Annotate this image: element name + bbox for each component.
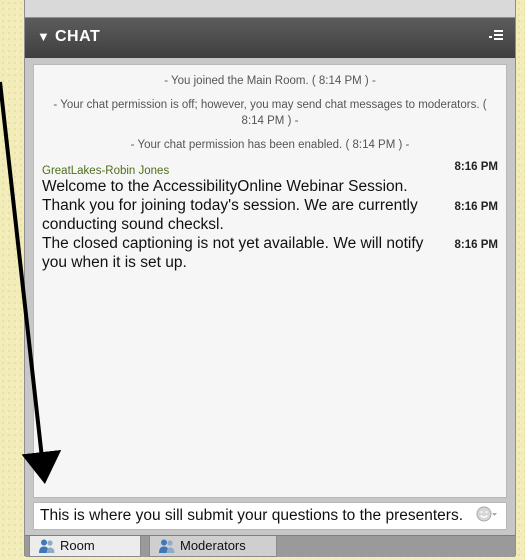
message-time: 8:16 PM [454, 161, 498, 173]
message-text: The closed captioning is not yet availab… [42, 235, 424, 271]
message-text: Thank you for joining today's session. W… [42, 197, 418, 233]
message-time: 8:16 PM [454, 239, 498, 251]
message-time: 8:16 PM [454, 201, 498, 213]
tab-label: Moderators [180, 538, 246, 553]
chat-tabs: Room Moderators [25, 535, 515, 557]
smiley-icon[interactable] [476, 506, 498, 527]
tab-label: Room [60, 538, 95, 553]
chat-message: Welcome to the AccessibilityOnline Webin… [34, 177, 506, 196]
chat-panel: ▼ CHAT - You joined the Main Room. ( 8:1… [24, 17, 516, 557]
chat-title: CHAT [55, 28, 101, 45]
chat-input-text[interactable]: This is where you sill submit your quest… [40, 507, 463, 525]
message-sender-row: GreatLakes-Robin Jones 8:16 PM [34, 161, 506, 177]
message-sender: GreatLakes-Robin Jones [42, 165, 170, 177]
system-message: - Your chat permission is off; however, … [53, 99, 487, 127]
triangle-down-icon[interactable]: ▼ [37, 29, 50, 44]
system-message: - You joined the Main Room. ( 8:14 PM ) … [164, 75, 376, 87]
tab-room[interactable]: Room [29, 536, 141, 557]
message-text: Welcome to the AccessibilityOnline Webin… [42, 178, 408, 195]
chat-header[interactable]: ▼ CHAT [25, 18, 515, 58]
list-menu-icon[interactable] [489, 27, 503, 48]
chat-history[interactable]: - You joined the Main Room. ( 8:14 PM ) … [33, 64, 507, 498]
chat-input[interactable]: This is where you sill submit your quest… [33, 502, 507, 530]
tab-moderators[interactable]: Moderators [149, 536, 277, 557]
people-icon [158, 538, 176, 560]
chat-message: Thank you for joining today's session. W… [34, 196, 506, 234]
panel-top-strip [24, 0, 516, 17]
system-message: - Your chat permission has been enabled.… [130, 139, 410, 151]
people-icon [38, 538, 56, 560]
chat-message: The closed captioning is not yet availab… [34, 234, 506, 272]
